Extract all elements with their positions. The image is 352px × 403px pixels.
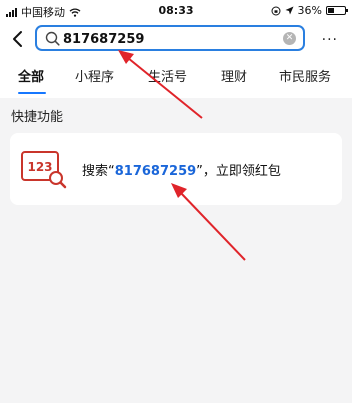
quick-action-prefix: 搜索“	[82, 164, 115, 179]
search-input[interactable]	[63, 30, 273, 48]
lock-rotation-icon	[271, 6, 281, 15]
tab-citizen-services[interactable]: 市民服务	[279, 66, 331, 85]
chevron-left-icon[interactable]	[10, 28, 26, 50]
quick-action-card[interactable]: 123 搜索“817687259”，立即领红包	[10, 133, 342, 205]
battery-percent: 36%	[297, 4, 322, 17]
more-menu-button[interactable]: ···	[322, 32, 338, 48]
tab-all[interactable]: 全部	[18, 66, 44, 85]
battery-fill	[328, 8, 334, 13]
search-bar: ✕ ···	[0, 22, 352, 58]
location-icon	[285, 6, 294, 15]
category-tabs: 全部 小程序 生活号 理财 市民服务	[0, 58, 352, 98]
status-right: 36%	[271, 4, 348, 17]
status-bar: 中国移动 08:33 36%	[0, 0, 352, 22]
quick-action-text: 搜索“817687259”，立即领红包	[82, 160, 281, 179]
battery-icon	[326, 6, 348, 15]
active-tab-indicator	[18, 92, 46, 94]
tab-life-accounts[interactable]: 生活号	[148, 66, 187, 85]
search-box[interactable]: ✕	[35, 25, 305, 51]
quick-action-number: 817687259	[114, 164, 197, 179]
icon-number-label: 123	[27, 160, 52, 174]
quick-action-suffix: ”，立即领红包	[196, 164, 281, 179]
tab-finance[interactable]: 理财	[221, 66, 247, 85]
clear-icon[interactable]: ✕	[283, 32, 296, 45]
section-title: 快捷功能	[11, 110, 64, 125]
search-icon	[45, 31, 60, 46]
tab-mini-programs[interactable]: 小程序	[75, 66, 114, 85]
number-search-icon: 123	[21, 151, 67, 189]
